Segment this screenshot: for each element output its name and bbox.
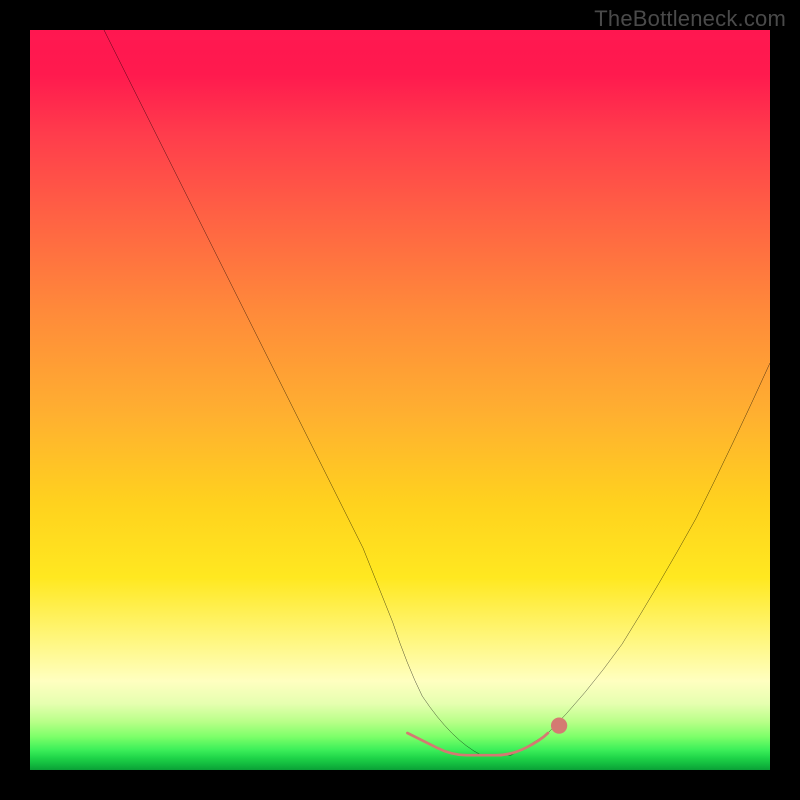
bottleneck-curve — [104, 30, 770, 755]
optimal-range-marker — [407, 733, 548, 755]
watermark-label: TheBottleneck.com — [594, 6, 786, 32]
chart-frame: TheBottleneck.com — [0, 0, 800, 800]
marker-dot — [551, 717, 567, 733]
curve-layer — [30, 30, 770, 770]
plot-area — [30, 30, 770, 770]
